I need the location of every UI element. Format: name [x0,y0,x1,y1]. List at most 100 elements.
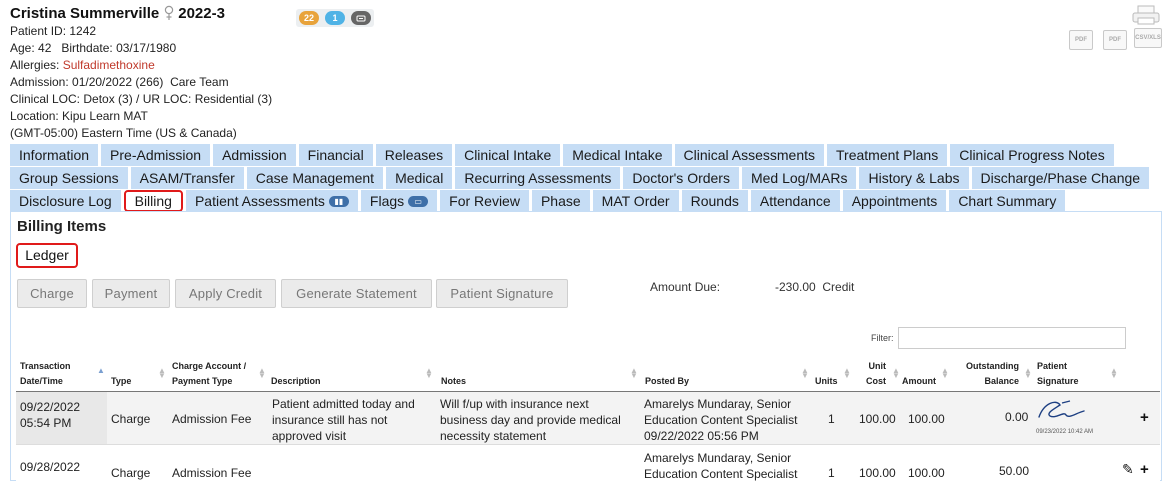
tab-case-management[interactable]: Case Management [246,167,384,189]
patient-signature-button[interactable]: Patient Signature [436,279,568,308]
header-description[interactable]: Description [271,374,321,389]
expand-row-plus-icon[interactable]: + [1140,461,1149,478]
apply-credit-button[interactable]: Apply Credit [175,279,276,308]
tab-clinical-intake[interactable]: Clinical Intake [455,144,561,166]
row-posted-by: Amarelys Mundaray, Senior Education Conte… [644,450,797,482]
row-posted-line: Amarelys Mundaray, Senior [644,451,792,465]
allergies: Allergies: Sulfadimethoxine [10,57,272,74]
alert-count-badge[interactable]: 22 [299,11,320,25]
tab-rounds[interactable]: Rounds [681,190,748,212]
row-date-day: 09/22/2022 [20,400,81,414]
tab-discharge-phase-change[interactable]: Discharge/Phase Change [971,167,1150,189]
header-account-line1: Charge Account / [172,361,247,371]
tab-attendance[interactable]: Attendance [750,190,840,212]
table-row[interactable]: 09/22/2022 05:54 PM Charge Admission Fee … [16,392,1160,445]
payment-button[interactable]: Payment [92,279,170,308]
header-amount[interactable]: Amount [902,374,936,389]
tab-clinical-assessments[interactable]: Clinical Assessments [674,144,825,166]
row-account: Admission Fee [172,466,252,480]
header-account[interactable]: Charge Account / Payment Type [172,359,246,389]
tab-mat-order[interactable]: MAT Order [592,190,679,212]
tab-flags[interactable]: Flags ▭ [360,190,438,212]
row-notes: Will f/up with insurance next business da… [440,396,621,444]
flag-icon: ▭ [408,195,429,207]
info-count-badge[interactable]: 1 [325,11,346,25]
tab-medical-intake[interactable]: Medical Intake [563,144,672,166]
charge-button[interactable]: Charge [17,279,87,308]
header-balance-line2: Balance [984,376,1019,386]
row-notes-line: necessity statement [440,429,547,443]
amount-due-label: Amount Due: [650,280,721,294]
tab-admission[interactable]: Admission [213,144,296,166]
pdf-alt-export-icon[interactable]: PDF [1103,30,1127,50]
generate-statement-button[interactable]: Generate Statement [281,279,432,308]
row-date-time: 05:54 PM [20,416,72,430]
tab-billing[interactable]: Billing [123,190,183,212]
sort-type-icon[interactable]: ▲ ▼ [158,367,166,380]
tab-for-review[interactable]: For Review [440,190,529,212]
badge-group[interactable]: 22 1 [296,9,375,27]
tab-recurring-assessments[interactable]: Recurring Assessments [455,167,621,189]
sort-description-icon[interactable]: ▲ ▼ [425,367,433,380]
row-date: 09/28/2022 [16,446,107,486]
header-signature-line2: Signature [1037,376,1079,386]
header-balance-line1: Outstanding [966,361,1019,371]
episode-number: 2022-3 [178,5,225,22]
row-description: Patient admitted today and insurance stil… [272,396,415,444]
filter-input[interactable] [898,327,1126,349]
header-notes[interactable]: Notes [441,374,466,389]
tab-releases[interactable]: Releases [375,144,453,166]
header-outstanding-balance[interactable]: Outstanding Balance [966,359,1019,389]
header-unit-cost[interactable]: Unit Cost [866,359,886,389]
table-row[interactable]: 09/28/2022 Charge Admission Fee Amarelys… [16,446,1160,486]
sort-amount-icon[interactable]: ▲ ▼ [941,367,949,380]
tab-doctors-orders[interactable]: Doctor's Orders [623,167,739,189]
expand-row-plus-icon[interactable]: + [1140,409,1149,426]
tab-clinical-progress-notes[interactable]: Clinical Progress Notes [950,144,1114,166]
patient-name: Cristina Summerville [10,5,160,22]
csv-export-icon[interactable]: CSV/XLS [1134,28,1162,48]
ledger-tab[interactable]: Ledger [16,243,78,268]
tab-appointments[interactable]: Appointments [842,190,947,212]
tab-pre-admission[interactable]: Pre-Admission [101,144,211,166]
sort-account-icon[interactable]: ▲ ▼ [258,367,266,380]
tab-phase[interactable]: Phase [531,190,590,212]
patient-id: Patient ID: 1242 [10,24,97,38]
sort-balance-icon[interactable]: ▲ ▼ [1024,367,1032,380]
header-signature-line1: Patient [1037,361,1068,371]
tab-med-log-mars[interactable]: Med Log/MARs [741,167,857,189]
sort-signature-icon[interactable]: ▲ ▼ [1110,367,1118,380]
print-icon[interactable] [1131,5,1161,25]
tab-patient-assessments[interactable]: Patient Assessments ▮▮ [185,190,358,212]
row-amount: 100.00 [908,412,945,426]
header-patient-signature[interactable]: Patient Signature [1037,359,1079,389]
patient-badges: 22 1 [296,9,375,27]
tab-medical[interactable]: Medical [386,167,453,189]
tab-disclosure-log[interactable]: Disclosure Log [10,190,121,212]
row-posted-line: 09/22/2022 05:56 PM [644,429,759,443]
tab-information[interactable]: Information [10,144,99,166]
amount-due-value: -230.00 Credit [775,280,855,294]
tab-chart-summary[interactable]: Chart Summary [949,190,1066,212]
header-type[interactable]: Type [111,374,131,389]
sort-asc-icon[interactable]: ▲ [97,367,105,375]
pdf-export-icon[interactable]: PDF [1069,30,1093,50]
sort-posted-icon[interactable]: ▲ ▼ [801,367,809,380]
admission-info: Admission: 01/20/2022 (266) Care Team [10,75,229,89]
header-posted-by[interactable]: Posted By [645,374,689,389]
allergies-value[interactable]: Sulfadimethoxine [63,58,155,72]
flag-badge-icon[interactable] [351,11,372,25]
sort-units-icon[interactable]: ▲ ▼ [843,367,851,380]
tab-financial[interactable]: Financial [298,144,373,166]
tab-history-labs[interactable]: History & Labs [859,167,969,189]
sort-notes-icon[interactable]: ▲ ▼ [630,367,638,380]
tab-asam-transfer[interactable]: ASAM/Transfer [130,167,244,189]
header-units[interactable]: Units [815,374,838,389]
tab-group-sessions[interactable]: Group Sessions [10,167,128,189]
edit-pencil-icon[interactable]: ✎ [1122,461,1134,478]
header-transaction-date[interactable]: Transaction Date/Time [20,359,71,389]
row-account: Admission Fee [172,412,252,426]
allergies-label: Allergies: [10,58,63,72]
tab-treatment-plans[interactable]: Treatment Plans [827,144,948,166]
sort-unit-cost-icon[interactable]: ▲ ▼ [892,367,900,380]
